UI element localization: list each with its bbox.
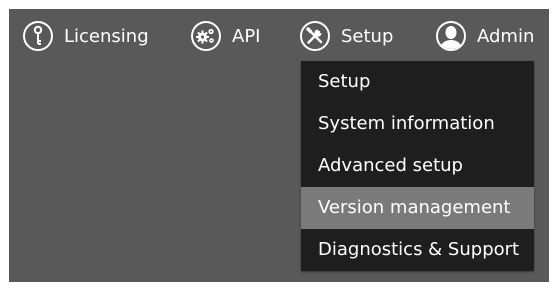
top-navigation-bar: Licensing API Setup Admin [9, 9, 549, 61]
tools-icon [299, 20, 331, 52]
nav-api-label: API [232, 25, 261, 47]
menu-item-setup[interactable]: Setup [301, 61, 534, 103]
menu-item-diagnostics-support[interactable]: Diagnostics & Support [301, 229, 534, 271]
gears-icon [190, 20, 222, 52]
nav-licensing-label: Licensing [64, 25, 149, 47]
nav-admin[interactable]: Admin [435, 20, 534, 52]
setup-dropdown-menu: Setup System information Advanced setup … [301, 61, 534, 271]
menu-item-system-information[interactable]: System information [301, 103, 534, 145]
menu-item-advanced-setup[interactable]: Advanced setup [301, 145, 534, 187]
key-icon [22, 20, 54, 52]
nav-api[interactable]: API [190, 20, 260, 52]
app-frame: Licensing API Setup Admin Setup System i… [9, 9, 549, 282]
nav-admin-label: Admin [477, 25, 535, 47]
user-icon [435, 20, 467, 52]
nav-setup-label: Setup [341, 25, 394, 47]
nav-licensing[interactable]: Licensing [22, 20, 149, 52]
menu-item-version-management[interactable]: Version management [301, 187, 534, 229]
nav-setup[interactable]: Setup [299, 20, 393, 52]
